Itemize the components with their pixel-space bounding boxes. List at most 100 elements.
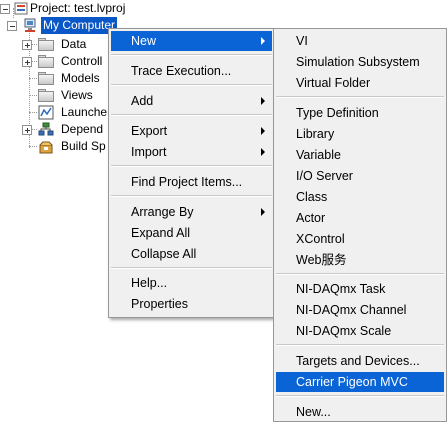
tree-row-data[interactable]: Data [0, 36, 110, 53]
menu-item-label: Arrange By [131, 205, 194, 219]
menu-separator [276, 96, 444, 98]
build-specifications-icon [39, 141, 53, 154]
menu-item-label: Help... [131, 276, 168, 290]
menu-separator [111, 114, 272, 116]
tree-row-controllers[interactable]: Controll [0, 53, 110, 70]
menu-item-label: XControl [296, 232, 345, 246]
expand-plus-icon[interactable] [22, 40, 32, 50]
menu-separator [111, 165, 272, 167]
collapse-expander-icon[interactable] [7, 21, 17, 31]
submenu-arrow-icon [261, 97, 265, 105]
context-menu: New Trace Execution... Add Export Import… [108, 28, 275, 318]
menu-item-add[interactable]: Add [111, 91, 272, 111]
menu-item-label: New [131, 34, 157, 48]
tree-item-label: Views [61, 88, 93, 102]
tree-item-label: Data [61, 37, 87, 51]
submenu-item-class[interactable]: Class [276, 187, 444, 207]
folder-icon [38, 89, 54, 102]
tree-item-label: Depend [61, 122, 104, 136]
menu-separator [276, 273, 444, 275]
menu-separator [276, 344, 444, 346]
project-label: Project: test.lvproj [30, 1, 126, 15]
tree-item-label: Controll [61, 54, 103, 68]
folder-icon [38, 38, 54, 51]
tree-item-label: Models [61, 71, 100, 85]
collapse-expander-icon[interactable] [0, 4, 10, 14]
project-icon [14, 2, 28, 15]
menu-item-label: Class [296, 190, 328, 204]
submenu-arrow-icon [261, 208, 265, 216]
menu-item-new[interactable]: New [111, 31, 272, 51]
submenu-item-io-server[interactable]: I/O Server [276, 166, 444, 186]
menu-separator [111, 195, 272, 197]
menu-item-label: Type Definition [296, 106, 379, 120]
menu-item-expand-all[interactable]: Expand All [111, 223, 272, 243]
menu-separator [111, 267, 272, 269]
menu-item-label: Trace Execution... [131, 64, 232, 78]
menu-item-trace-execution[interactable]: Trace Execution... [111, 61, 272, 81]
menu-item-label: Find Project Items... [131, 175, 243, 189]
menu-item-label: NI-DAQmx Task [296, 282, 386, 296]
tree-row-build-specifications[interactable]: Build Sp [0, 138, 110, 155]
menu-item-label: Carrier Pigeon MVC [296, 375, 408, 389]
menu-item-label: I/O Server [296, 169, 353, 183]
tree-row-views[interactable]: Views [0, 87, 110, 104]
menu-item-find-project-items[interactable]: Find Project Items... [111, 172, 272, 192]
menu-item-label: NI-DAQmx Scale [296, 324, 392, 338]
menu-item-label: Actor [296, 211, 326, 225]
menu-item-label: Targets and Devices... [296, 354, 420, 368]
expand-plus-icon[interactable] [22, 125, 32, 135]
submenu-arrow-icon [261, 37, 265, 45]
vi-icon [38, 105, 54, 120]
submenu-item-carrier-pigeon-mvc[interactable]: Carrier Pigeon MVC [276, 372, 444, 392]
menu-item-help[interactable]: Help... [111, 273, 272, 293]
menu-item-label: Virtual Folder [296, 76, 371, 90]
menu-separator [276, 395, 444, 397]
menu-item-label: Properties [131, 297, 188, 311]
tree-row-dependencies[interactable]: Depend [0, 121, 110, 138]
submenu-item-daqmx-scale[interactable]: NI-DAQmx Scale [276, 321, 444, 341]
menu-item-label: NI-DAQmx Channel [296, 303, 407, 317]
menu-item-label: Web服务 [296, 253, 347, 267]
submenu-item-daqmx-channel[interactable]: NI-DAQmx Channel [276, 300, 444, 320]
menu-item-label: New... [296, 405, 331, 419]
menu-item-arrange-by[interactable]: Arrange By [111, 202, 272, 222]
new-submenu: VI Simulation Subsystem Virtual Folder T… [273, 28, 447, 422]
tree-row-project[interactable]: Project: test.lvproj [0, 0, 200, 17]
dependencies-icon [38, 122, 54, 136]
menu-item-properties[interactable]: Properties [111, 294, 272, 314]
menu-item-label: Simulation Subsystem [296, 55, 420, 69]
menu-item-label: VI [296, 34, 308, 48]
submenu-item-targets-and-devices[interactable]: Targets and Devices... [276, 351, 444, 371]
menu-item-label: Collapse All [131, 247, 197, 261]
computer-icon [24, 18, 36, 32]
menu-separator [111, 84, 272, 86]
menu-item-label: Export [131, 124, 168, 138]
menu-item-import[interactable]: Import [111, 142, 272, 162]
menu-item-collapse-all[interactable]: Collapse All [111, 244, 272, 264]
expand-plus-icon[interactable] [22, 57, 32, 67]
submenu-item-vi[interactable]: VI [276, 31, 444, 51]
submenu-arrow-icon [261, 148, 265, 156]
menu-item-label: Import [131, 145, 167, 159]
submenu-item-xcontrol[interactable]: XControl [276, 229, 444, 249]
submenu-item-variable[interactable]: Variable [276, 145, 444, 165]
submenu-item-type-definition[interactable]: Type Definition [276, 103, 444, 123]
submenu-item-virtual-folder[interactable]: Virtual Folder [276, 73, 444, 93]
menu-item-export[interactable]: Export [111, 121, 272, 141]
submenu-item-library[interactable]: Library [276, 124, 444, 144]
menu-item-label: Library [296, 127, 335, 141]
tree-row-launcher[interactable]: Launche [0, 104, 110, 121]
menu-item-label: Expand All [131, 226, 191, 240]
tree-row-models[interactable]: Models [0, 70, 110, 87]
submenu-item-new-dialog[interactable]: New... [276, 402, 444, 422]
submenu-item-daqmx-task[interactable]: NI-DAQmx Task [276, 279, 444, 299]
menu-separator [111, 54, 272, 56]
submenu-item-simulation-subsystem[interactable]: Simulation Subsystem [276, 52, 444, 72]
tree-item-label: Build Sp [61, 139, 106, 153]
submenu-item-web-service[interactable]: Web服务 [276, 250, 444, 270]
submenu-arrow-icon [261, 127, 265, 135]
submenu-item-actor[interactable]: Actor [276, 208, 444, 228]
folder-icon [38, 55, 54, 68]
menu-item-label: Variable [296, 148, 341, 162]
